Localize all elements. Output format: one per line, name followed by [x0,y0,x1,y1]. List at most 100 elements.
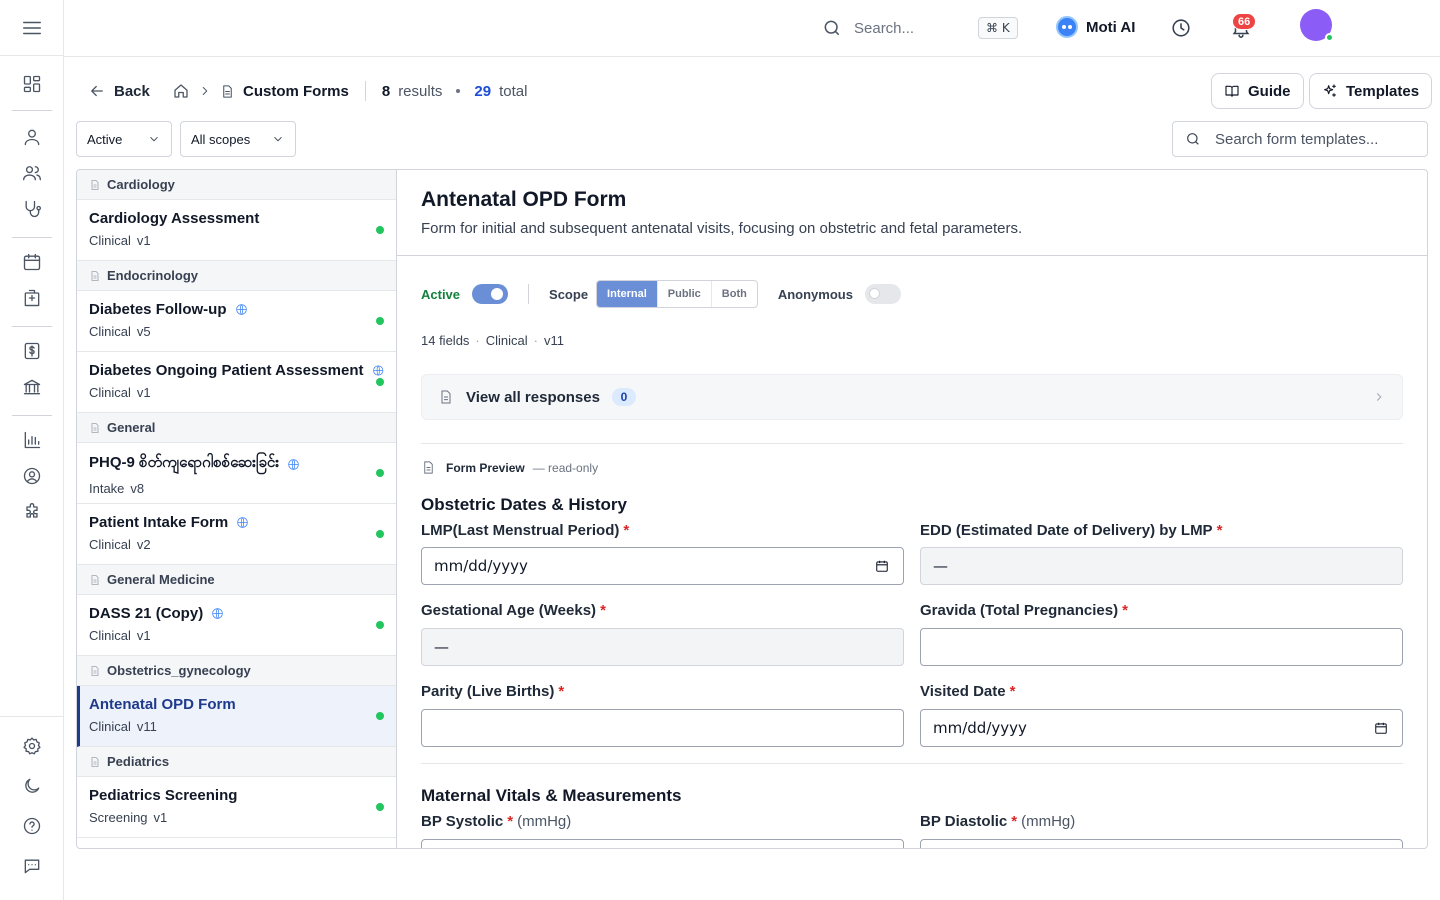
document-icon [89,270,101,282]
template-search-input[interactable]: Search form templates... [1172,121,1428,157]
active-status-dot [376,378,384,386]
edd-value: — [933,557,948,575]
document-icon [89,665,101,677]
templates-button[interactable]: Templates [1309,73,1433,109]
user-icon[interactable] [20,125,44,149]
form-category: Clinical [89,324,131,339]
globe-icon [235,304,247,315]
chat-icon[interactable] [20,854,44,878]
rail-divider [12,415,52,416]
form-version: v1 [136,385,151,400]
form-name: Pediatrics Screening [89,787,238,804]
rail-divider [12,326,52,327]
page-title: Custom Forms [243,82,349,100]
history-icon[interactable] [1170,17,1192,42]
global-search[interactable]: Search... [822,14,1082,42]
back-button[interactable]: Back [88,80,150,102]
bp-systolic-input[interactable] [421,839,904,848]
status-filter[interactable]: Active [76,121,172,157]
active-status-dot [376,317,384,325]
moon-icon[interactable] [20,774,44,798]
responses-label: View all responses [466,388,600,406]
globe-icon [288,458,299,470]
search-shortcut: ⌘ K [978,17,1018,39]
scope-option-public[interactable]: Public [656,281,711,307]
lmp-date-input[interactable]: mm/dd/yyyy [421,547,904,585]
form-category: Clinical [485,333,528,348]
section-title-obstetric: Obstetric Dates & History [421,495,627,514]
billing-icon[interactable] [20,339,44,363]
list-item[interactable]: Diabetes Follow-up Clinical v5 [77,291,396,352]
parity-label: Parity (Live Births) * [421,683,565,700]
edd-field: — [920,547,1403,585]
dashboard-icon[interactable] [20,72,44,96]
list-item[interactable]: Cardiology Assessment Clinical v1 [77,200,396,261]
form-version: v5 [136,324,151,339]
gestational-age-value: — [434,638,449,656]
section-divider [421,443,1403,444]
form-category: Clinical [89,385,131,400]
puzzle-icon[interactable] [20,500,44,524]
form-category: Clinical [89,719,131,734]
form-version: v8 [130,481,145,496]
moti-ai-button[interactable]: Moti AI [1056,16,1135,38]
scope-filter[interactable]: All scopes [180,121,296,157]
form-category: Clinical [89,537,131,552]
robot-icon [1056,16,1078,38]
results-count: 8 [381,82,391,100]
list-item[interactable]: Patient Intake Form Clinical v2 [77,504,396,565]
global-search-placeholder: Search... [854,19,915,37]
list-item[interactable]: Diabetes Ongoing Patient Assessment Clini… [77,352,396,413]
calendar-icon[interactable] [875,559,889,573]
list-item[interactable]: Pediatrics Screening Screening v1 [77,777,396,838]
chart-icon[interactable] [20,428,44,452]
help-icon[interactable] [20,814,44,838]
gravida-input[interactable] [920,628,1403,666]
group-label: Pediatrics [107,754,170,769]
preview-note: — read-only [532,460,599,475]
calendar-icon[interactable] [1374,721,1388,735]
document-icon [424,461,433,474]
section-divider [421,763,1403,764]
list-item[interactable]: Antenatal OPD Form Clinical v11 [77,686,396,747]
settings-icon[interactable] [20,734,44,758]
list-item[interactable]: PHQ-9 စိတ်ကျရောဂါစစ်ဆေးခြင်း Intake v8 [77,443,396,504]
active-toggle[interactable] [472,284,509,304]
document-icon [223,84,232,98]
form-detail: Antenatal OPD Form Form for initial and … [397,170,1427,848]
bank-icon[interactable] [20,375,44,399]
document-icon [89,574,101,586]
templates-label: Templates [1346,82,1420,100]
stethoscope-icon[interactable] [20,197,44,221]
bp-diastolic-input[interactable] [920,839,1403,848]
parity-input[interactable] [421,709,904,747]
chevron-down-icon [150,136,158,142]
form-category: Clinical [89,233,131,248]
list-item[interactable]: DASS 21 (Copy) Clinical v1 [77,595,396,656]
home-icon[interactable] [172,82,190,100]
template-search-placeholder: Search form templates... [1215,130,1379,148]
calendar-icon[interactable] [20,250,44,274]
online-status-dot [1325,33,1334,42]
view-responses-button[interactable]: View all responses 0 [421,374,1403,420]
anonymous-toggle[interactable] [864,284,901,304]
form-version: v1 [136,233,151,248]
hospital-icon[interactable] [20,286,44,310]
visited-date-input[interactable]: mm/dd/yyyy [920,709,1403,747]
account-icon[interactable] [20,464,44,488]
settings-divider [528,284,530,304]
menu-icon[interactable] [0,0,63,56]
detail-header: Antenatal OPD Form Form for initial and … [397,170,1427,256]
form-title: Antenatal OPD Form [421,188,627,211]
guide-button[interactable]: Guide [1211,73,1304,109]
scope-option-internal[interactable]: Internal [597,281,657,307]
form-name: Diabetes Ongoing Patient Assessment [89,362,364,379]
section-title-vitals: Maternal Vitals & Measurements [421,786,682,805]
scope-option-both[interactable]: Both [710,281,757,307]
form-name: Diabetes Follow-up [89,301,227,318]
users-icon[interactable] [20,161,44,185]
list-group-header: Cardiology [77,170,396,200]
anonymous-label: Anonymous [777,286,853,302]
rail-divider [12,110,52,111]
total-count: 29 [474,82,492,100]
